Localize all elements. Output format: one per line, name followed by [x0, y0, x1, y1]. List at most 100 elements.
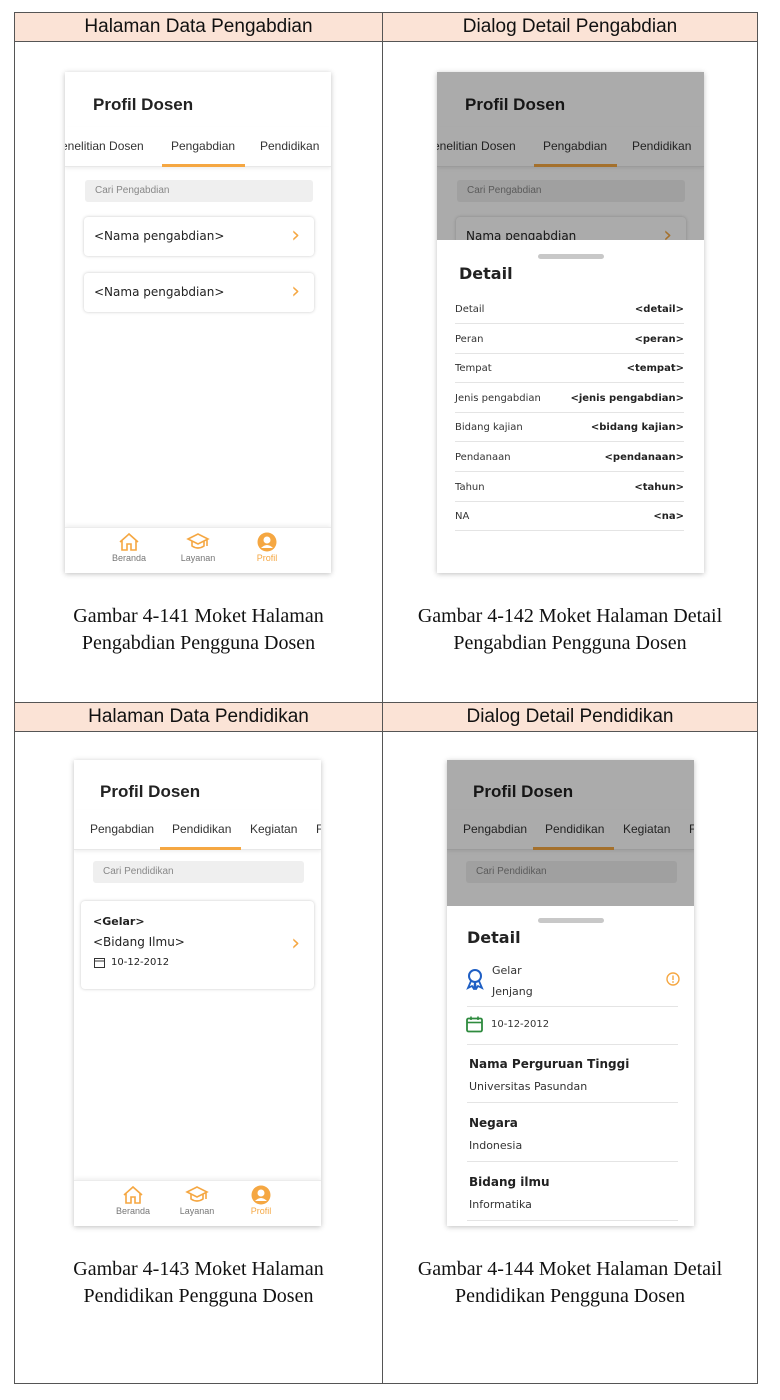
chevron-right-icon: ›	[291, 931, 300, 956]
nav-label: Profil	[256, 553, 278, 563]
caption-line: Pendidikan Pengguna Dosen	[455, 1285, 685, 1307]
caption-fig-144: Gambar 4-144 Moket Halaman Detail Pendid…	[383, 1256, 757, 1310]
detail-bottom-sheet: Detail Detail <detail> Peran <peran> Tempat <…	[437, 240, 704, 573]
tab-bar: Pengabdian Pendidikan Kegiatan F	[74, 810, 321, 850]
detail-row-value: <detail>	[634, 304, 684, 315]
caption-line: Pendidikan Pengguna Dosen	[83, 1285, 314, 1307]
bottom-navigation: Beranda Layanan Profil	[65, 527, 331, 573]
tab-pendidikan[interactable]: Pendidikan	[172, 822, 231, 836]
detail-section: Nama Perguruan Tinggi Universitas Pasunda…	[467, 1044, 678, 1103]
divider	[467, 1006, 678, 1007]
detail-row-value: <bidang kajian>	[590, 422, 684, 434]
detail-section-value: Informatika	[469, 1198, 532, 1211]
column-divider	[382, 13, 383, 1383]
bottom-navigation: Beranda Layanan Profil	[74, 1180, 321, 1226]
header-pendidikan-page: Halaman Data Pendidikan	[15, 703, 382, 731]
drag-handle[interactable]	[537, 918, 604, 923]
chevron-right-icon: ›	[291, 279, 300, 304]
mockup-pengabdian-page: Profil Dosen enelitian Dosen Pengabdian …	[65, 72, 331, 573]
home-icon	[123, 1185, 143, 1204]
mockup-pengabdian-dialog: Profil Dosen enelitian Dosen Pengabdian …	[437, 72, 704, 573]
caption-line: Pengabdian Pengguna Dosen	[81, 632, 316, 654]
mockup-pendidikan-dialog: Profil Dosen Pengabdian Pendidikan Kegia…	[447, 760, 694, 1226]
detail-row-value: <jenis pengabdian>	[570, 392, 684, 404]
info-icon[interactable]	[666, 972, 680, 986]
list-item[interactable]: <Nama pengabdian> ›	[84, 217, 314, 256]
list-item-label: <Nama pengabdian>	[94, 285, 225, 299]
detail-row-value: <tahun>	[634, 481, 684, 493]
tab-cut-off[interactable]: F	[316, 822, 321, 836]
detail-row: Peran <peran>	[455, 325, 684, 354]
caption-line: Gambar 4-144 Moket Halaman Detail	[417, 1258, 723, 1280]
detail-row-value: <tempat>	[626, 363, 684, 375]
detail-section-value: Indonesia	[469, 1139, 523, 1152]
date-label: 10-12-2012	[111, 957, 170, 968]
tab-pendidikan[interactable]: Pendidikan	[260, 139, 319, 153]
active-tab-indicator	[162, 164, 245, 167]
header-pengabdian-dialog: Dialog Detail Pengabdian	[383, 13, 757, 41]
detail-row-value: <na>	[653, 511, 684, 523]
row-divider	[15, 731, 757, 732]
education-card[interactable]: <Gelar> <Bidang Ilmu> 10-12-2012 ›	[81, 901, 314, 989]
caption-fig-143: Gambar 4-143 Moket Halaman Pendidikan Pe…	[15, 1256, 382, 1310]
date-label: 10-12-2012	[491, 1019, 550, 1030]
nav-beranda[interactable]: Beranda	[103, 1185, 163, 1216]
search-input[interactable]: Cari Pendidikan	[93, 861, 304, 883]
detail-row: Detail <detail>	[455, 295, 684, 324]
detail-row: Pendanaan <pendanaan>	[455, 443, 684, 472]
home-icon	[119, 532, 139, 551]
row-divider	[15, 41, 757, 42]
caption-line: Gambar 4-142 Moket Halaman Detail	[417, 605, 723, 627]
active-tab-indicator	[160, 847, 241, 850]
nav-label: Layanan	[179, 1206, 215, 1216]
page-title: Profil Dosen	[100, 782, 201, 801]
header-pengabdian-page: Halaman Data Pengabdian	[15, 13, 382, 41]
degree-label: <Gelar>	[93, 915, 145, 928]
nav-profil[interactable]: Profil	[237, 532, 297, 563]
detail-bottom-sheet: Detail Gelar Jenjang 10-12-2012 Nama Per…	[447, 906, 694, 1226]
tab-pengabdian[interactable]: Pengabdian	[171, 139, 235, 153]
detail-row-label: Jenis pengabdian	[455, 392, 541, 404]
gelar-label: Gelar	[492, 964, 522, 977]
detail-row-label: NA	[455, 511, 470, 523]
detail-section-value: Universitas Pasundan	[469, 1080, 588, 1093]
tab-kegiatan[interactable]: Kegiatan	[250, 822, 297, 836]
nav-label: Profil	[250, 1206, 272, 1216]
tab-penelitian[interactable]: enelitian Dosen	[65, 139, 144, 153]
detail-row: Jenis pengabdian <jenis pengabdian>	[455, 384, 684, 413]
graduation-cap-icon	[186, 533, 210, 549]
nav-layanan[interactable]: Layanan	[167, 1185, 227, 1216]
nav-label: Layanan	[180, 553, 216, 563]
page-title: Profil Dosen	[93, 95, 194, 114]
calendar-icon	[94, 958, 105, 968]
sheet-title: Detail	[467, 928, 521, 947]
detail-row-value: <peran>	[634, 333, 685, 345]
detail-row-label: Pendanaan	[455, 452, 511, 463]
detail-row-label: Tempat	[455, 363, 492, 375]
nav-beranda[interactable]: Beranda	[99, 532, 159, 563]
profile-icon	[257, 532, 277, 552]
award-icon	[466, 969, 484, 990]
detail-section: Bidang ilmu Informatika	[467, 1162, 678, 1221]
tab-pengabdian[interactable]: Pengabdian	[90, 822, 154, 836]
detail-row-value: <pendanaan>	[604, 452, 684, 463]
detail-row: Bidang kajian <bidang kajian>	[455, 413, 684, 443]
field-label: <Bidang Ilmu>	[93, 935, 185, 949]
sheet-title: Detail	[459, 264, 513, 283]
list-item[interactable]: <Nama pengabdian> ›	[84, 273, 314, 312]
profile-icon	[251, 1185, 271, 1205]
detail-row-label: Tahun	[455, 481, 485, 493]
detail-row-label: Detail	[455, 304, 485, 315]
nav-profil[interactable]: Profil	[231, 1185, 291, 1216]
detail-row: Tahun <tahun>	[455, 473, 684, 502]
detail-section-label: Negara	[469, 1116, 518, 1130]
detail-row: NA <na>	[455, 502, 684, 532]
drag-handle[interactable]	[537, 254, 604, 259]
caption-fig-142: Gambar 4-142 Moket Halaman Detail Pengab…	[383, 603, 757, 657]
detail-row-label: Peran	[455, 333, 484, 345]
nav-layanan[interactable]: Layanan	[168, 532, 228, 563]
caption-line: Pengabdian Pengguna Dosen	[453, 632, 687, 654]
detail-section: Negara Indonesia	[467, 1103, 678, 1162]
search-input[interactable]: Cari Pengabdian	[85, 180, 313, 202]
nav-label: Beranda	[115, 1206, 151, 1216]
